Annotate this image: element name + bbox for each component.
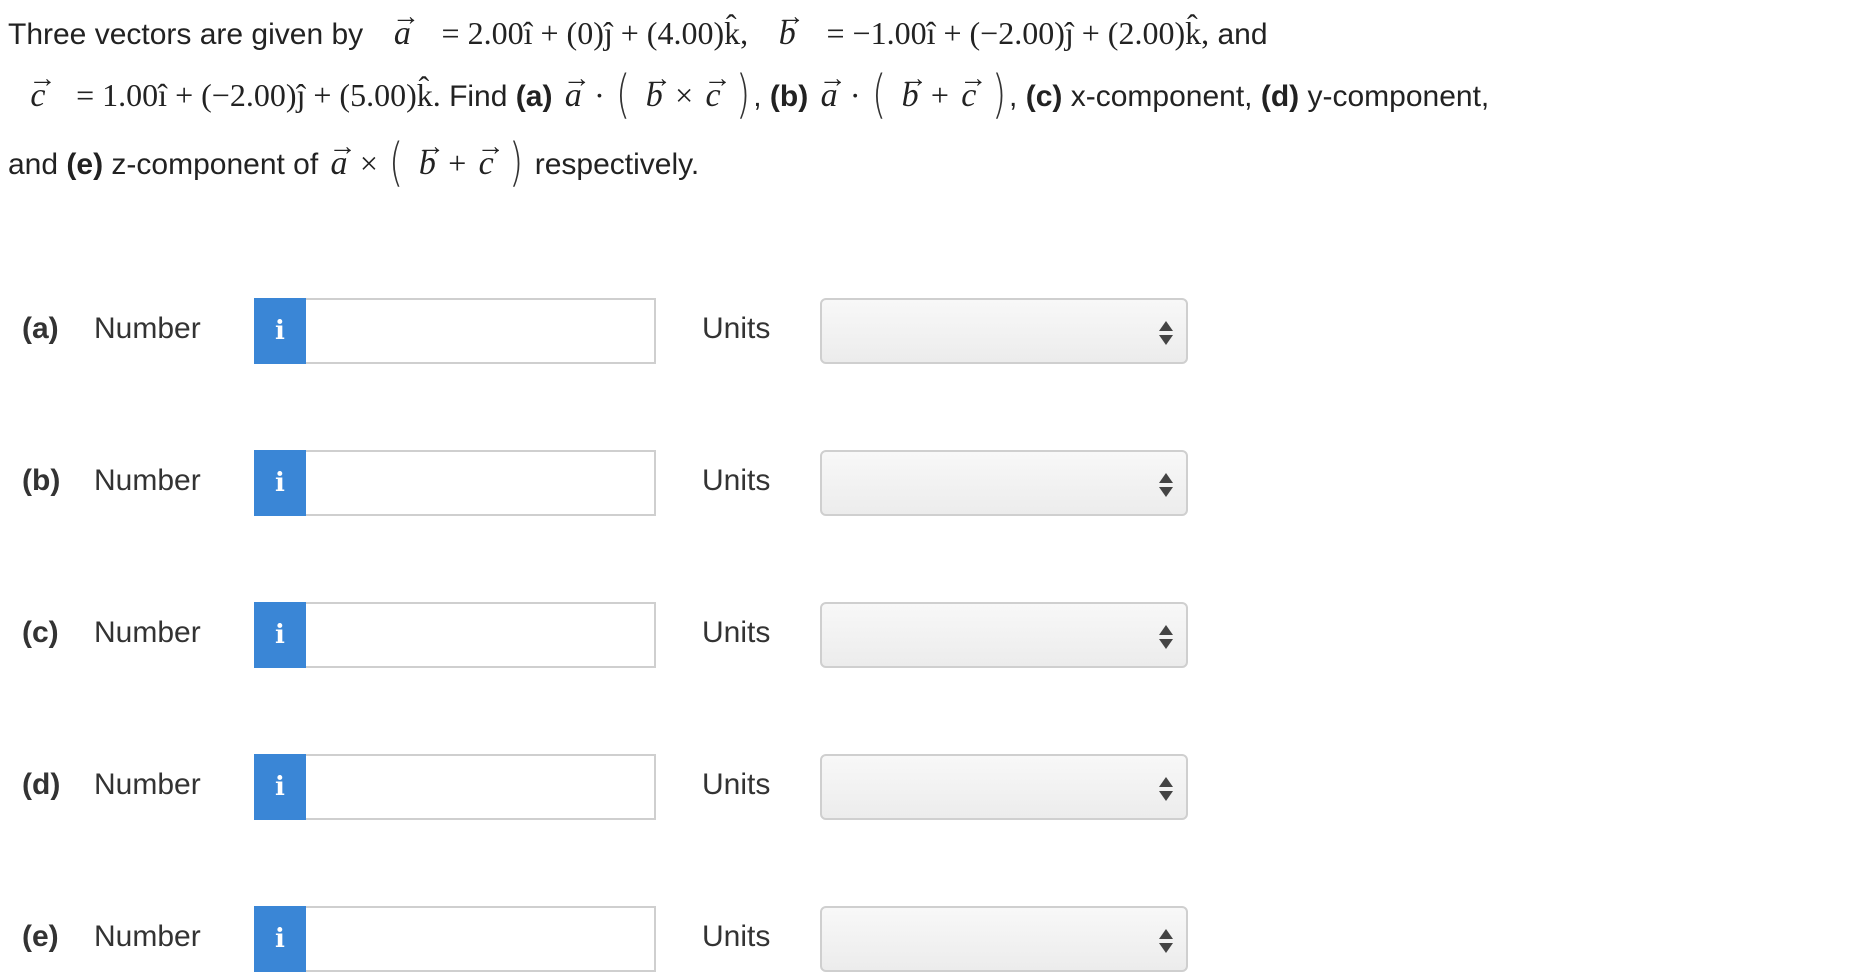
expr-a-vector-c: → c [703,63,732,114]
vector-c-definition: = 1.00î + (−2.00)ĵ + (5.00)k̂. [76,77,441,113]
units-select-c[interactable] [820,602,1188,668]
part-label: (c) [22,616,59,649]
vector-c-symbol: → c [28,63,56,114]
part-c-tag: (c) [1025,80,1063,113]
units-label: Units [702,616,771,649]
up-down-arrows-icon [1159,473,1173,497]
part-b-tag: (b) [769,80,809,113]
info-icon[interactable]: i [254,754,306,820]
expr-e-vector-a: → a [328,131,357,182]
expr-b-vector-a: → a [818,63,847,114]
number-label: Number [94,768,201,801]
cross-symbol: × [675,77,694,113]
part-e-text: z-component of [111,148,319,181]
number-label: Number [94,616,201,649]
info-icon[interactable]: i [254,906,306,972]
number-input-a[interactable] [306,298,656,364]
expr-e-vector-b: → b [416,131,445,182]
part-label: (d) [22,768,61,801]
units-label: Units [702,920,771,953]
number-input-d[interactable] [306,754,656,820]
dot-symbol: · [594,77,605,113]
vector-a-definition: = 2.00î + (0)ĵ + (4.00)k̂, [441,15,749,51]
left-paren: ( [871,65,887,125]
problem-statement: Three vectors are given by → a = 2.00î + … [8,1,1828,202]
respectively-text: respectively. [534,148,700,181]
find-text: Find [449,80,508,113]
number-input-e[interactable] [306,906,656,972]
expr-b-vector-b: → b [899,63,928,114]
number-label: Number [94,312,201,345]
units-label: Units [702,312,771,345]
plus-symbol: + [448,145,467,181]
up-down-arrows-icon [1159,625,1173,649]
plus-symbol: + [930,77,949,113]
expr-e-vector-c: → c [476,131,505,182]
part-a-tag: (a) [515,80,553,113]
up-down-arrows-icon [1159,777,1173,801]
part-e-tag: (e) [66,148,104,181]
number-label: Number [94,464,201,497]
up-down-arrows-icon [1159,929,1173,953]
right-paren: ) [991,65,1006,125]
left-paren: ( [389,133,404,193]
expr-a-vector-a: → a [562,63,591,114]
number-label: Number [94,920,201,953]
number-input-c[interactable] [306,602,656,668]
right-paren: ) [509,133,524,193]
and-text-2: and [8,148,59,181]
and-text: and [1217,18,1268,51]
part-c-text: x-component, [1070,80,1253,113]
part-label: (b) [22,464,61,497]
info-icon[interactable]: i [254,450,306,516]
cross-symbol: × [359,145,378,181]
problem-line-2: → c = 1.00î + (−2.00)ĵ + (5.00)k̂. Find (… [8,63,1828,126]
number-input-b[interactable] [306,450,656,516]
info-icon[interactable]: i [254,298,306,364]
comma: , [753,80,762,113]
part-d-text: y-component, [1307,80,1490,113]
intro-text: Three vectors are given by [8,18,364,51]
left-paren: ( [616,65,631,125]
vector-b-symbol: → b [776,1,805,52]
vector-b-definition: = −1.00î + (−2.00)ĵ + (2.00)k̂, [826,15,1210,51]
problem-line-3: and (e) z-component of → a × ( → b + → c ) … [8,131,1828,202]
info-icon[interactable]: i [254,602,306,668]
units-label: Units [702,768,771,801]
units-select-b[interactable] [820,450,1188,516]
expr-a-vector-b: → b [643,63,672,114]
units-select-e[interactable] [820,906,1188,972]
vector-a-symbol: → a [391,1,420,52]
part-label: (e) [22,920,59,953]
units-select-a[interactable] [820,298,1188,364]
units-select-d[interactable] [820,754,1188,820]
comma: , [1009,80,1018,113]
part-label: (a) [22,312,59,345]
right-paren: ) [735,65,751,125]
part-d-tag: (d) [1260,80,1300,113]
expr-b-vector-c: → c [959,63,987,114]
problem-line-1: Three vectors are given by → a = 2.00î + … [8,1,1828,64]
up-down-arrows-icon [1159,321,1173,345]
units-label: Units [702,464,771,497]
dot-symbol: · [849,77,861,113]
